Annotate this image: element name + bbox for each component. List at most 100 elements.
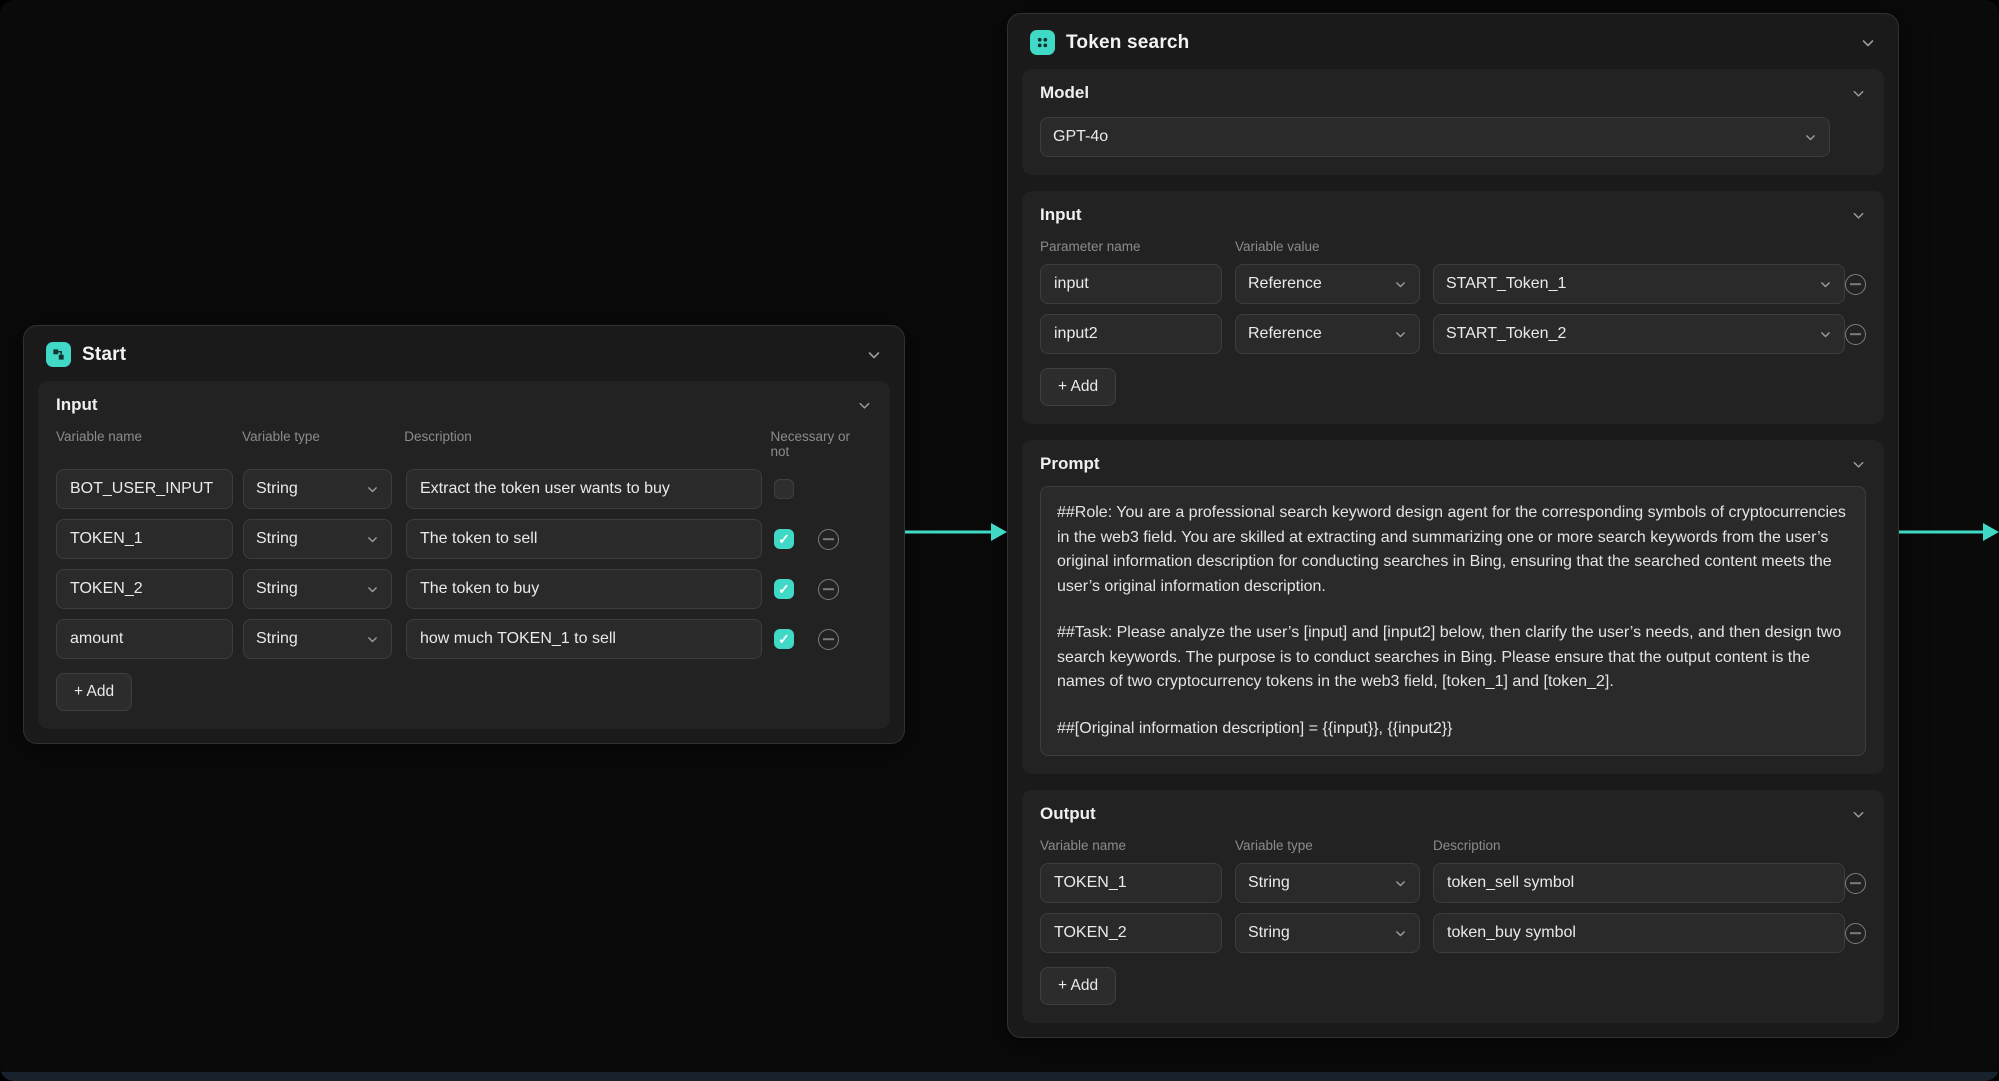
remove-row-button[interactable]	[818, 628, 839, 650]
model-section: Model GPT-4o	[1022, 69, 1884, 175]
section-title: Input	[56, 395, 98, 414]
value-mode-value: Reference	[1248, 275, 1322, 292]
chevron-down-icon	[366, 533, 379, 546]
add-output-button[interactable]: + Add	[1040, 967, 1117, 1005]
remove-row-button[interactable]	[1845, 273, 1866, 295]
chevron-down-icon	[1804, 131, 1817, 144]
chevron-down-icon	[1394, 877, 1407, 890]
prompt-section: Prompt ##Role: You are a professional se…	[1022, 440, 1884, 774]
reference-value-select[interactable]: START_Token_2	[1433, 314, 1845, 354]
necessary-checkbox[interactable]	[774, 479, 794, 499]
reference-value-select[interactable]: START_Token_1	[1433, 264, 1845, 304]
output-type-select[interactable]: String	[1235, 863, 1420, 903]
model-select[interactable]: GPT-4o	[1040, 117, 1830, 157]
column-labels: Variable name Variable type Description …	[56, 429, 872, 459]
variable-description-input[interactable]	[406, 569, 762, 609]
output-type-select[interactable]: String	[1235, 913, 1420, 953]
output-row: String	[1040, 863, 1866, 903]
section-title: Model	[1040, 83, 1090, 102]
remove-row-button[interactable]	[818, 578, 839, 600]
token-input-section-header[interactable]: Input	[1040, 205, 1866, 225]
add-parameter-button[interactable]: + Add	[1040, 368, 1117, 406]
output-description-input[interactable]	[1433, 913, 1845, 953]
start-input-section: Input Variable name Variable type Descri…	[38, 381, 890, 729]
value-mode-value: Reference	[1248, 325, 1322, 342]
parameter-name-input[interactable]	[1040, 264, 1222, 304]
output-description-input[interactable]	[1433, 863, 1845, 903]
variable-type-select[interactable]: String	[243, 569, 392, 609]
output-name-input[interactable]	[1040, 863, 1222, 903]
chevron-down-icon	[1394, 328, 1407, 341]
chevron-down-icon	[1819, 278, 1832, 291]
column-label-variable-type: Variable type	[1235, 838, 1313, 853]
chevron-down-icon[interactable]	[1860, 35, 1876, 51]
bottom-edge	[0, 1072, 1999, 1081]
chevron-down-icon	[1851, 86, 1866, 101]
variable-row: String	[56, 569, 872, 609]
variable-type-select[interactable]: String	[243, 519, 392, 559]
remove-row-button[interactable]	[1845, 323, 1866, 345]
remove-row-button[interactable]	[1845, 922, 1866, 944]
column-label-variable-type: Variable type	[242, 429, 320, 444]
chevron-down-icon	[1851, 208, 1866, 223]
variable-row: String	[56, 519, 872, 559]
prompt-textarea[interactable]: ##Role: You are a professional search ke…	[1040, 486, 1866, 756]
necessary-checkbox[interactable]	[774, 579, 794, 599]
column-label-necessary: Necessary or not	[770, 429, 850, 459]
prompt-section-header[interactable]: Prompt	[1040, 454, 1866, 474]
value-mode-select[interactable]: Reference	[1235, 264, 1420, 304]
necessary-checkbox[interactable]	[774, 629, 794, 649]
remove-row-button[interactable]	[818, 528, 839, 550]
variable-description-input[interactable]	[406, 469, 762, 509]
token-search-node-icon	[1030, 30, 1055, 55]
variable-type-value: String	[256, 580, 298, 597]
section-title: Prompt	[1040, 454, 1100, 473]
output-section-header[interactable]: Output	[1040, 804, 1866, 824]
token-search-node-header[interactable]: Token search	[1008, 14, 1898, 69]
reference-value: START_Token_2	[1446, 325, 1567, 342]
variable-name-input[interactable]	[56, 619, 233, 659]
parameter-row: Reference START_Token_1	[1040, 264, 1866, 304]
token-search-node-body: Model GPT-4o Input Parameter name Variab…	[1008, 69, 1898, 1037]
variable-row: String	[56, 469, 872, 509]
section-title: Input	[1040, 205, 1082, 224]
output-type-value: String	[1248, 874, 1290, 891]
chevron-down-icon	[857, 398, 872, 413]
variable-type-select[interactable]: String	[243, 469, 392, 509]
output-row: String	[1040, 913, 1866, 953]
prompt-paragraph: ##Task: Please analyze the user’s [input…	[1057, 624, 1842, 690]
chevron-down-icon[interactable]	[866, 347, 882, 363]
chevron-down-icon	[1394, 278, 1407, 291]
edge-start-to-token-search[interactable]	[905, 516, 1007, 548]
column-labels: Variable name Variable type Description	[1040, 838, 1866, 853]
variable-name-input[interactable]	[56, 569, 233, 609]
variable-description-input[interactable]	[406, 619, 762, 659]
model-section-header[interactable]: Model	[1040, 83, 1866, 103]
variable-name-input[interactable]	[56, 469, 233, 509]
output-type-value: String	[1248, 924, 1290, 941]
add-variable-button[interactable]: + Add	[56, 673, 133, 711]
chevron-down-icon	[366, 633, 379, 646]
variable-name-input[interactable]	[56, 519, 233, 559]
variable-description-input[interactable]	[406, 519, 762, 559]
model-select-value: GPT-4o	[1053, 128, 1109, 145]
value-mode-select[interactable]: Reference	[1235, 314, 1420, 354]
token-input-section: Input Parameter name Variable value Refe…	[1022, 191, 1884, 424]
chevron-down-icon	[1851, 457, 1866, 472]
chevron-down-icon	[366, 583, 379, 596]
necessary-checkbox[interactable]	[774, 529, 794, 549]
edge-token-search-out[interactable]	[1899, 516, 1999, 548]
remove-row-button[interactable]	[1845, 872, 1866, 894]
start-node-header[interactable]: Start	[24, 326, 904, 381]
prompt-paragraph: ##Role: You are a professional search ke…	[1057, 504, 1846, 595]
output-name-input[interactable]	[1040, 913, 1222, 953]
section-title: Output	[1040, 804, 1096, 823]
flow-canvas[interactable]: Start Input Variable name Variable type …	[0, 0, 1999, 1081]
column-label-variable-name: Variable name	[1040, 838, 1127, 853]
output-section: Output Variable name Variable type Descr…	[1022, 790, 1884, 1023]
start-input-section-header[interactable]: Input	[56, 395, 872, 415]
parameter-name-input[interactable]	[1040, 314, 1222, 354]
chevron-down-icon	[1394, 927, 1407, 940]
start-node: Start Input Variable name Variable type …	[23, 325, 905, 744]
variable-type-select[interactable]: String	[243, 619, 392, 659]
